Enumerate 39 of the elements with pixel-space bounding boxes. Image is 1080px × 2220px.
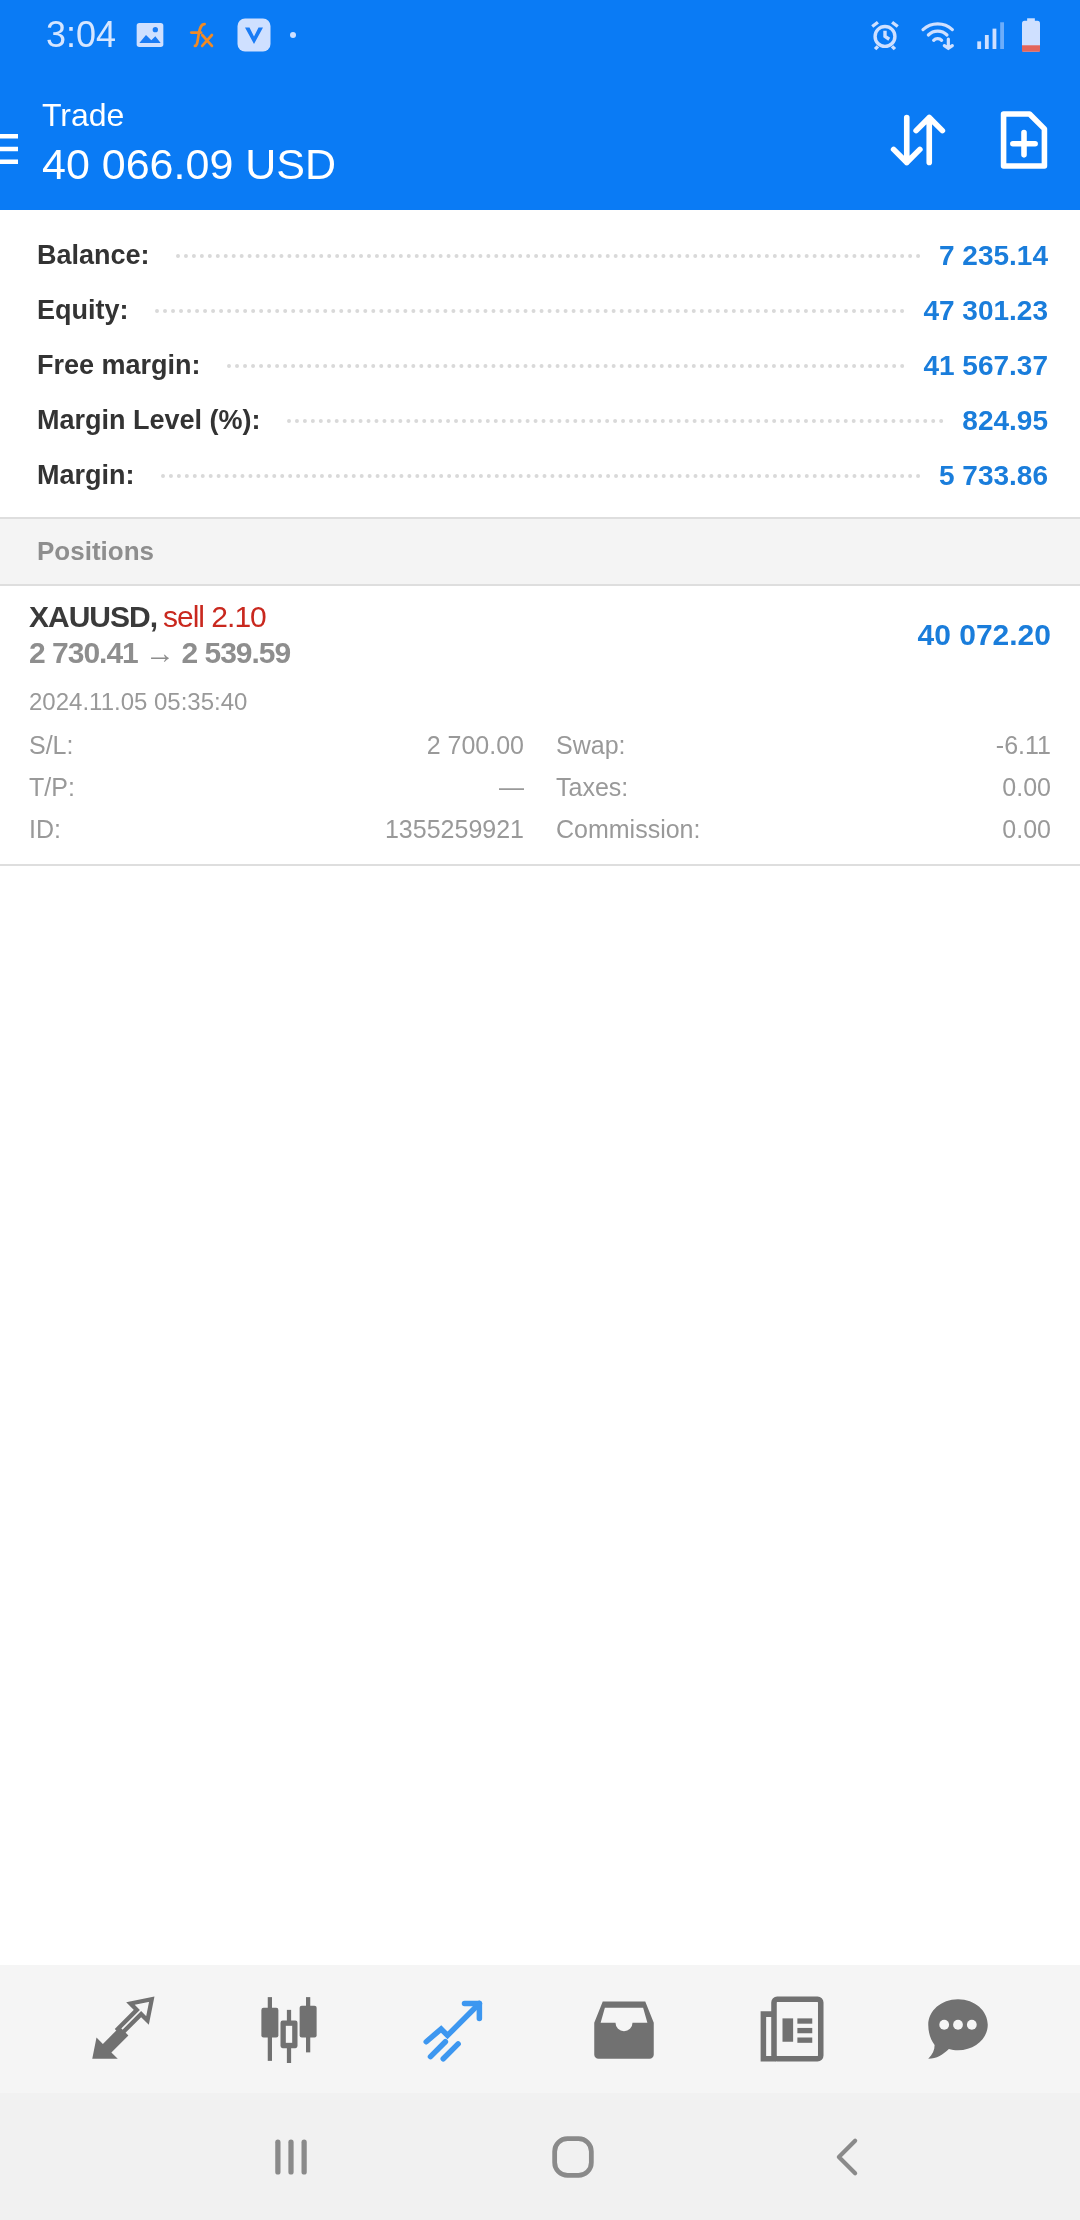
screen-title: Trade [42,97,126,134]
summary-label: Equity: [37,295,129,326]
dot-icon [290,32,297,38]
battery-icon [1022,18,1040,52]
detail-label: Taxes: [556,772,629,802]
profit-value: 40 072.20 [917,618,1051,652]
detail-value: 0.00 [1002,814,1051,844]
open-time: 2024.11.05 05:35:40 [29,688,249,716]
summary-value: 41 567.37 [923,349,1048,382]
account-equity: 40 066.09 USD [42,140,338,189]
detail-label: S/L: [29,730,74,760]
menu-icon[interactable] [0,132,18,166]
detail-label: Swap: [556,730,626,760]
detail-value: -6.11 [995,730,1051,760]
detail-value: 2 700.00 [426,730,524,760]
order-type: sell 2.10 [163,600,266,633]
symbol-label: XAUUSD, [29,600,157,633]
summary-value: 5 733.86 [939,459,1048,492]
section-header: Positions [0,519,1080,586]
detail-label: T/P: [29,772,75,802]
new-order-icon[interactable] [998,110,1050,170]
summary-label: Balance: [37,240,150,271]
position-row[interactable]: XAUUSD, sell 2.10 2 730.41 → 2 539.59 40 072.20 2024.11.05 05:35:40 S/L: 2 700.00 Swap: -6.11 T/P: — Taxes: 0.00 ID: 1355259921 Commission: 0.00 [0,586,1080,866]
summary-value: 47 301.23 [923,294,1048,327]
detail-value: — [499,772,524,802]
detail-value: 0.00 [1002,772,1051,802]
v-app-icon [236,17,273,53]
price-change: 2 730.41 → 2 539.59 [29,636,291,670]
signal-icon [976,19,1004,51]
clock-time: 3:04 [46,14,117,56]
summary-value: 7 235.14 [939,239,1048,272]
summary-label: Margin Level (%): [37,405,261,436]
summary-value: 824.95 [962,404,1048,437]
detail-value: 1355259921 [384,814,524,844]
summary-label: Margin: [37,460,135,491]
home-icon[interactable] [551,2134,595,2179]
detail-label: ID: [29,814,61,844]
detail-label: Commission: [556,814,701,844]
summary-label: Free margin: [37,350,201,381]
